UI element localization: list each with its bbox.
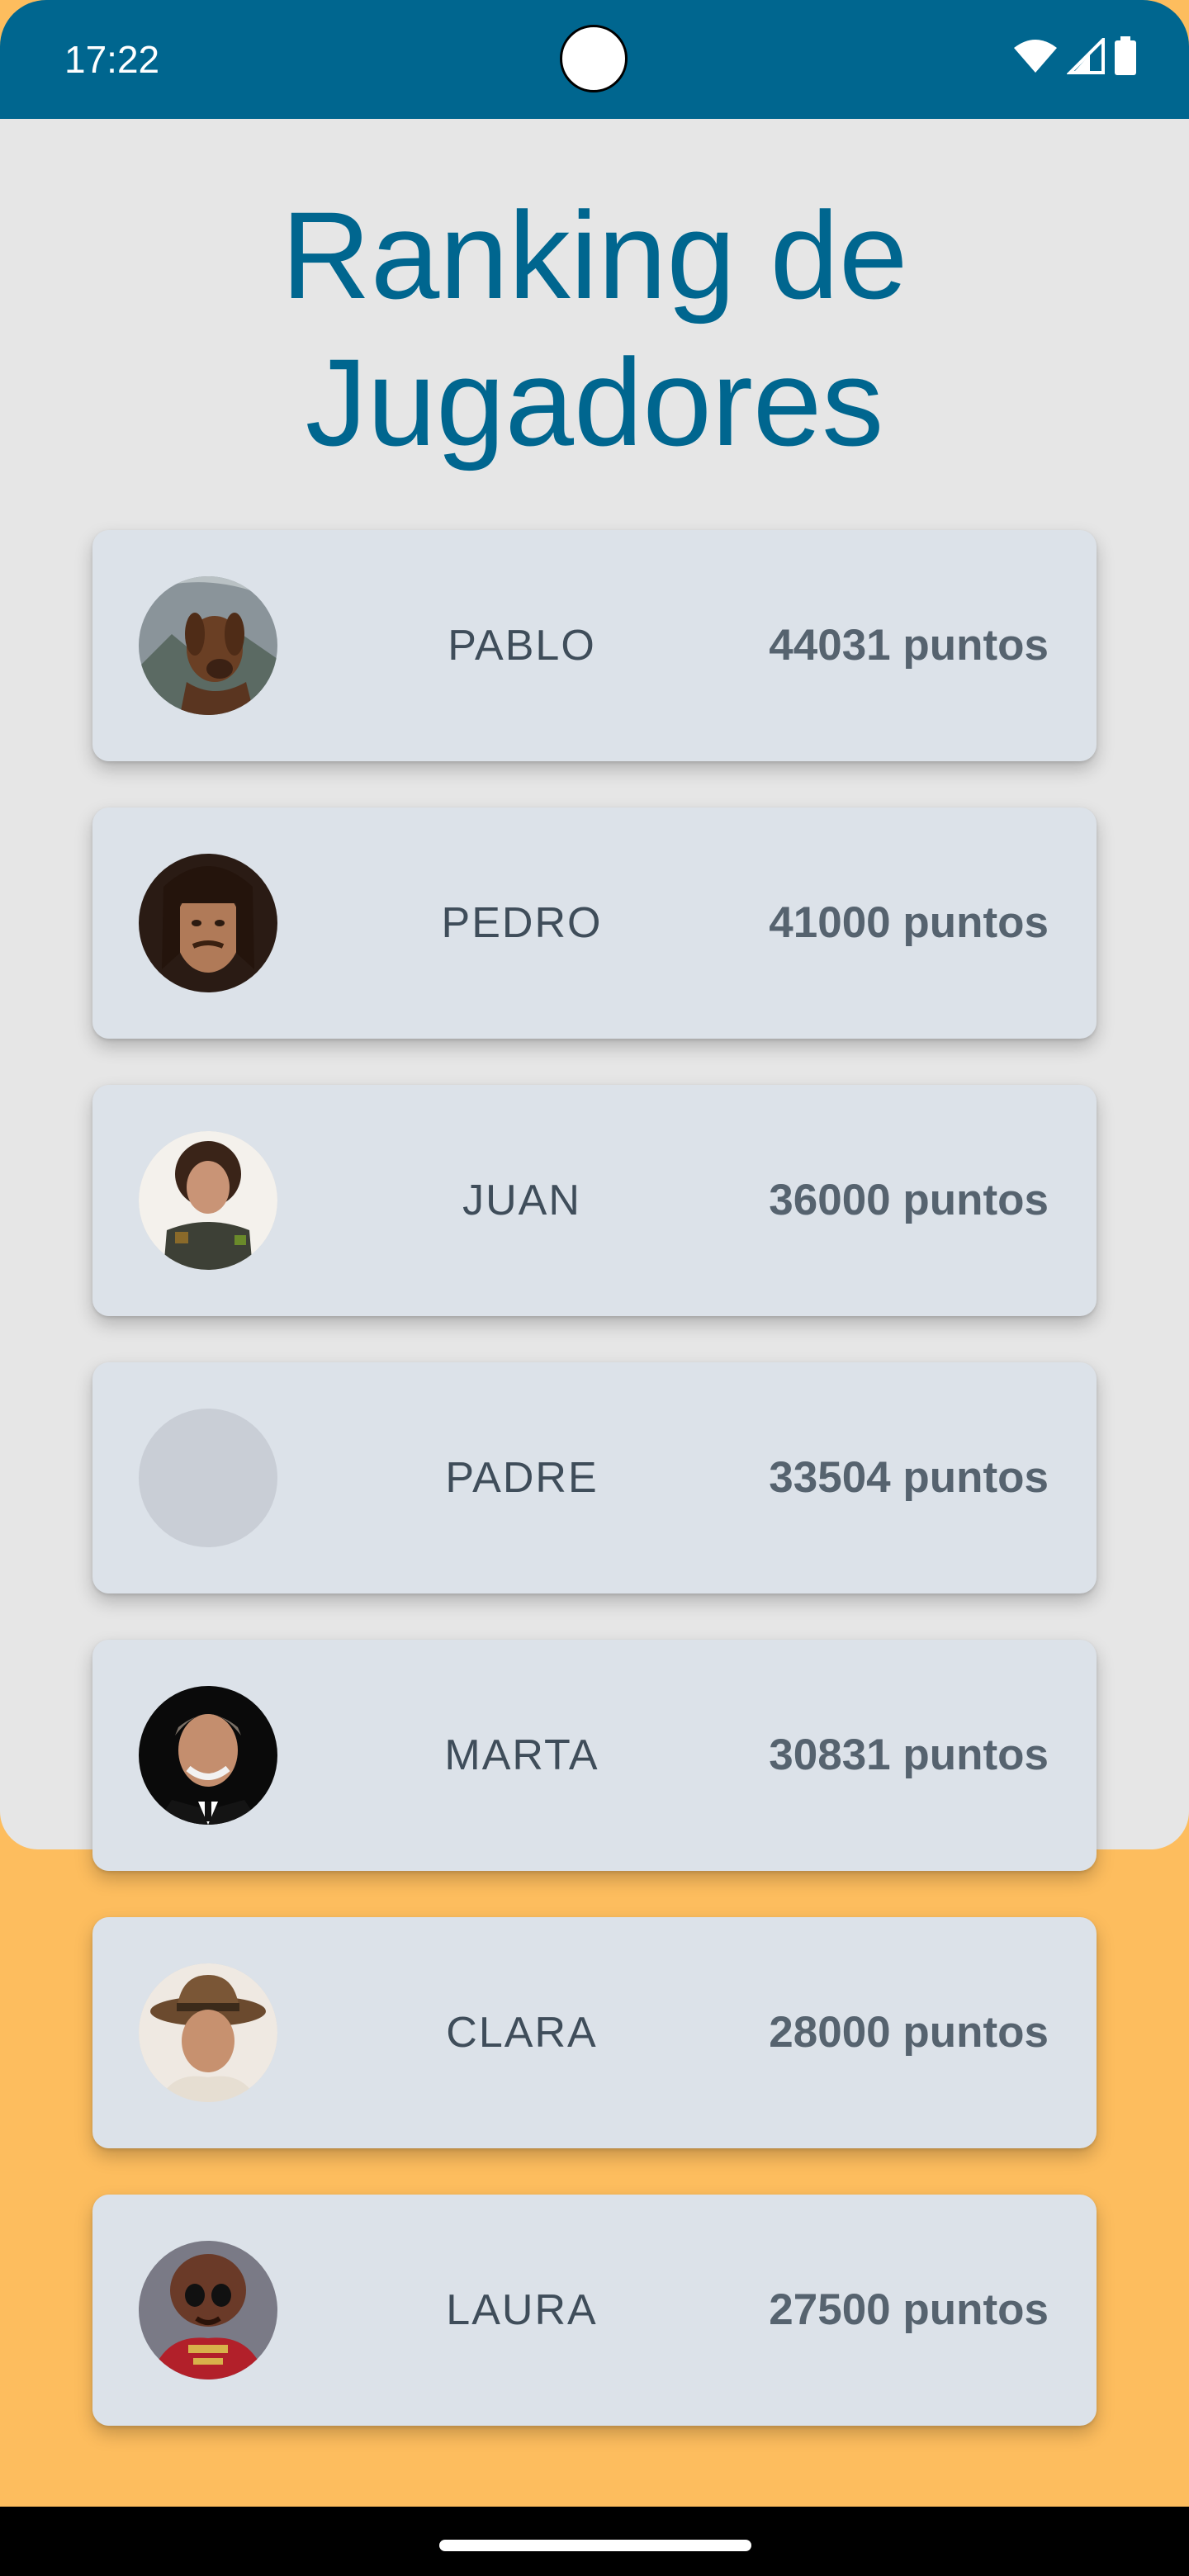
camera-cutout: [560, 25, 628, 92]
player-name: MARTA: [444, 1731, 599, 1779]
player-name: LAURA: [446, 2286, 598, 2334]
status-bar: 17:22: [0, 0, 1189, 119]
player-card-laura[interactable]: LAURA 27500 puntos: [92, 2195, 1097, 2426]
avatar: [139, 1686, 277, 1825]
player-name: JUAN: [462, 1177, 581, 1224]
player-score: 27500 puntos: [769, 2285, 1049, 2334]
player-card-padre[interactable]: PADRE 33504 puntos: [92, 1362, 1097, 1593]
player-score: 33504 puntos: [769, 1453, 1049, 1502]
player-name: PADRE: [445, 1454, 599, 1502]
ranking-list[interactable]: PABLO 44031 puntos PEDRO 41000 puntos JU…: [92, 530, 1097, 2472]
avatar: [139, 854, 277, 992]
player-card-pablo[interactable]: PABLO 44031 puntos: [92, 530, 1097, 761]
navigation-bar: [0, 2507, 1189, 2576]
avatar: [139, 2241, 277, 2379]
battery-icon: [1113, 36, 1138, 76]
player-score: 36000 puntos: [769, 1176, 1049, 1224]
player-score: 41000 puntos: [769, 898, 1049, 947]
avatar: [139, 1963, 277, 2102]
player-name: PEDRO: [441, 899, 603, 947]
player-score: 44031 puntos: [769, 621, 1049, 670]
home-gesture-handle[interactable]: [439, 2540, 751, 2551]
player-card-juan[interactable]: JUAN 36000 puntos: [92, 1085, 1097, 1316]
signal-icon: [1067, 38, 1105, 74]
status-time: 17:22: [64, 38, 160, 81]
avatar-placeholder: [139, 1409, 277, 1547]
player-card-pedro[interactable]: PEDRO 41000 puntos: [92, 807, 1097, 1039]
player-card-marta[interactable]: MARTA 30831 puntos: [92, 1640, 1097, 1871]
avatar: [139, 1131, 277, 1270]
player-score: 28000 puntos: [769, 2008, 1049, 2057]
player-name: CLARA: [446, 2009, 598, 2057]
status-icons: [1012, 36, 1138, 76]
wifi-icon: [1012, 38, 1059, 74]
player-name: PABLO: [448, 622, 596, 670]
player-score: 30831 puntos: [769, 1731, 1049, 1779]
avatar: [139, 576, 277, 715]
player-card-clara[interactable]: CLARA 28000 puntos: [92, 1917, 1097, 2148]
page-title: Ranking de Jugadores: [281, 186, 908, 471]
